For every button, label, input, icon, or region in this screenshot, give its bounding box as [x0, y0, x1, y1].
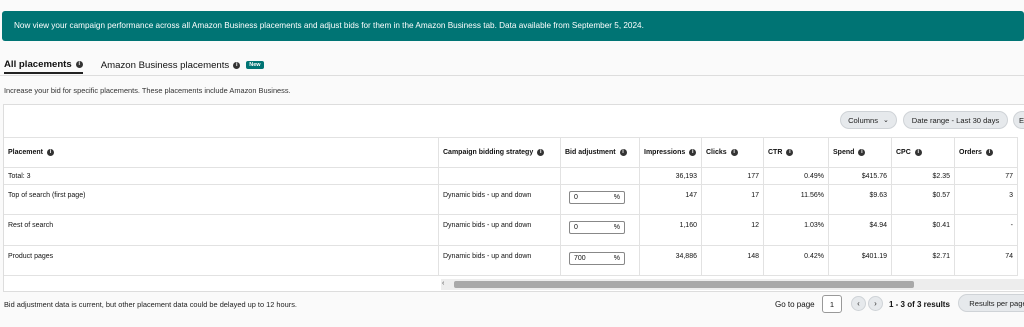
total-clicks: 177 — [702, 168, 764, 184]
info-icon[interactable]: i — [985, 149, 993, 156]
placement-name: Top of search (first page) — [4, 185, 439, 214]
date-range-label: Date range - Last 30 days — [911, 115, 1000, 125]
tab-all-placements[interactable]: All placements i — [4, 56, 83, 74]
info-icon[interactable]: i — [233, 61, 241, 69]
total-ctr: 0.49% — [764, 168, 829, 184]
previous-page-button[interactable]: ‹ — [851, 296, 866, 311]
header-placement[interactable]: Placement i — [4, 138, 439, 167]
placement-name: Rest of search — [4, 215, 439, 245]
ctr-value: 1.03% — [764, 215, 829, 245]
tab-all-placements-label: All placements — [4, 58, 72, 70]
total-orders: 77 — [955, 168, 1018, 184]
go-to-page-label: Go to page — [775, 300, 815, 309]
date-range-button[interactable]: Date range - Last 30 days — [903, 111, 1008, 129]
info-icon[interactable]: i — [730, 149, 738, 156]
horizontal-scrollbar[interactable]: ‹ — [441, 279, 1024, 290]
columns-button[interactable]: Columns ⌄ — [840, 111, 897, 129]
bidding-strategy: Dynamic bids - up and down — [439, 215, 561, 245]
info-icon[interactable]: i — [537, 149, 545, 156]
clicks-value: 17 — [702, 185, 764, 214]
table-row: Rest of search Dynamic bids - up and dow… — [4, 214, 1018, 245]
export-button[interactable]: E — [1013, 111, 1024, 129]
spend-value: $4.94 — [829, 215, 892, 245]
columns-label: Columns — [848, 115, 879, 125]
results-per-page-button[interactable]: Results per page — [958, 294, 1024, 312]
cpc-value: $2.71 — [892, 246, 955, 275]
page-number-input[interactable]: 1 — [822, 295, 842, 313]
impressions-value: 147 — [640, 185, 702, 214]
info-icon[interactable]: i — [75, 60, 83, 68]
header-bidding-strategy[interactable]: Campaign bidding strategy i — [439, 138, 561, 167]
chevron-left-icon: ‹ — [857, 299, 860, 308]
info-banner: Now view your campaign performance acros… — [2, 11, 1024, 41]
cpc-value: $0.57 — [892, 185, 955, 214]
clicks-value: 12 — [702, 215, 764, 245]
total-label: Total: 3 — [4, 168, 439, 184]
spend-value: $9.63 — [829, 185, 892, 214]
results-count: 1 - 3 of 3 results — [889, 300, 950, 309]
impressions-value: 34,886 — [640, 246, 702, 275]
header-cpc[interactable]: CPC i — [892, 138, 955, 167]
tab-amazon-business-placements[interactable]: Amazon Business placements i New — [101, 56, 264, 74]
banner-text: Now view your campaign performance acros… — [14, 21, 644, 30]
scrollbar-thumb[interactable] — [454, 281, 914, 288]
tab-divider — [0, 75, 1024, 76]
orders-value: 74 — [955, 246, 1018, 275]
impressions-value: 1,160 — [640, 215, 702, 245]
bid-adjustment-input[interactable]: 700% — [569, 252, 625, 265]
info-icon[interactable]: i — [47, 149, 55, 156]
placements-description: Increase your bid for specific placement… — [4, 86, 291, 95]
orders-value: - — [955, 215, 1018, 245]
chevron-down-icon: ⌄ — [883, 117, 889, 124]
info-icon[interactable]: i — [786, 149, 794, 156]
chevron-left-icon[interactable]: ‹ — [442, 280, 444, 287]
placement-name: Product pages — [4, 246, 439, 275]
header-clicks[interactable]: Clicks i — [702, 138, 764, 167]
table-total-row: Total: 3 36,193 177 0.49% $415.76 $2.35 … — [4, 167, 1018, 184]
placement-tabs: All placements i Amazon Business placeme… — [4, 56, 282, 76]
total-spend: $415.76 — [829, 168, 892, 184]
next-page-button[interactable]: › — [868, 296, 883, 311]
results-per-page-label: Results per page — [969, 298, 1024, 308]
total-cpc: $2.35 — [892, 168, 955, 184]
info-icon[interactable]: i — [858, 149, 866, 156]
export-label: E — [1019, 115, 1024, 125]
ctr-value: 11.56% — [764, 185, 829, 214]
ctr-value: 0.42% — [764, 246, 829, 275]
header-orders[interactable]: Orders i — [955, 138, 1018, 167]
total-impressions: 36,193 — [640, 168, 702, 184]
table-row: Product pages Dynamic bids - up and down… — [4, 245, 1018, 276]
header-ctr[interactable]: CTR i — [764, 138, 829, 167]
new-badge: New — [246, 61, 264, 69]
clicks-value: 148 — [702, 246, 764, 275]
info-icon[interactable]: i — [689, 149, 697, 156]
chevron-right-icon: › — [874, 299, 877, 308]
data-delay-note: Bid adjustment data is current, but othe… — [4, 300, 297, 309]
header-impressions[interactable]: Impressions i — [640, 138, 702, 167]
table-row: Top of search (first page) Dynamic bids … — [4, 184, 1018, 214]
tab-amazon-business-label: Amazon Business placements — [100, 59, 230, 71]
header-bid-adjustment[interactable]: Bid adjustment i — [561, 138, 640, 167]
spend-value: $401.19 — [829, 246, 892, 275]
orders-value: 3 — [955, 185, 1018, 214]
info-icon[interactable]: i — [619, 149, 627, 156]
cpc-value: $0.41 — [892, 215, 955, 245]
bid-adjustment-input[interactable]: 0% — [569, 221, 625, 234]
bidding-strategy: Dynamic bids - up and down — [439, 246, 561, 275]
bidding-strategy: Dynamic bids - up and down — [439, 185, 561, 214]
info-icon[interactable]: i — [914, 149, 922, 156]
header-spend[interactable]: Spend i — [829, 138, 892, 167]
bid-adjustment-input[interactable]: 0% — [569, 191, 625, 204]
table-header-row: Placement i Campaign bidding strategy i Bi… — [4, 137, 1018, 167]
